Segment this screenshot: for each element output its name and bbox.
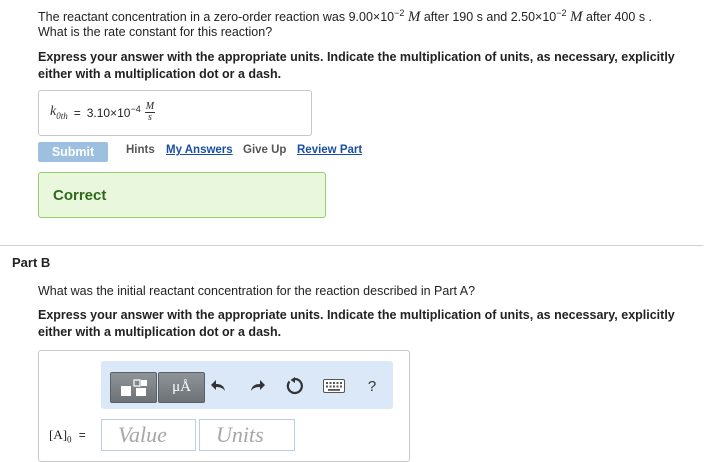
help-icon[interactable]: ? xyxy=(360,374,384,398)
answer-value: 3.10×10−4 xyxy=(86,103,141,120)
give-up-link[interactable]: Give Up xyxy=(243,144,286,156)
submit-button[interactable]: Submit xyxy=(38,142,108,162)
section-divider xyxy=(0,245,703,246)
keyboard-icon[interactable] xyxy=(322,374,346,398)
hints-link[interactable]: Hints xyxy=(126,144,155,156)
part-a-instructions: Express your answer with the appropriate… xyxy=(38,50,675,81)
review-part-link[interactable]: Review Part xyxy=(297,144,362,156)
part-b-question: What was the initial reactant concentrat… xyxy=(38,284,476,298)
answer-symbol: k0th xyxy=(50,104,68,121)
value-input[interactable]: Value xyxy=(101,419,196,451)
units-button[interactable]: μÅ xyxy=(158,372,205,403)
redo-icon[interactable] xyxy=(245,374,269,398)
my-answers-link[interactable]: My Answers xyxy=(166,144,233,156)
units-input[interactable]: Units xyxy=(199,419,295,451)
part-b-title: Part B xyxy=(12,255,51,270)
answer-unit: M s xyxy=(144,101,156,123)
correct-feedback: Correct xyxy=(38,172,326,218)
answer-equals: = xyxy=(73,105,81,120)
reset-icon[interactable] xyxy=(283,374,307,398)
part-b-instructions: Express your answer with the appropriate… xyxy=(38,308,675,339)
part-a-answer-box: k0th = 3.10×10−4 M s xyxy=(38,90,312,136)
undo-icon[interactable] xyxy=(207,374,231,398)
part-a-question-line2: What is the rate constant for this react… xyxy=(38,25,273,39)
templates-icon[interactable] xyxy=(110,372,157,403)
input-label: [A]0 = xyxy=(49,427,86,445)
